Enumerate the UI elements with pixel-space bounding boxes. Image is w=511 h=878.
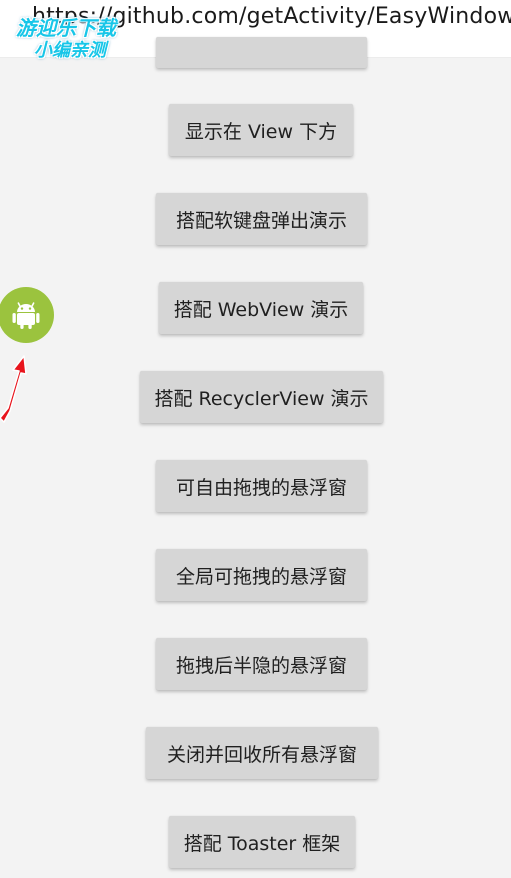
screen: https://github.com/getActivity/EasyWindo… bbox=[0, 0, 511, 878]
global-drag-window-button[interactable]: 全局可拖拽的悬浮窗 bbox=[156, 549, 367, 601]
button-partial-top[interactable] bbox=[156, 37, 367, 68]
free-drag-window-button[interactable]: 可自由拖拽的悬浮窗 bbox=[156, 460, 367, 512]
url-text: https://github.com/getActivity/EasyWindo… bbox=[32, 4, 511, 29]
toaster-framework-button[interactable]: 搭配 Toaster 框架 bbox=[169, 816, 355, 868]
webview-demo-button[interactable]: 搭配 WebView 演示 bbox=[159, 282, 363, 334]
android-icon bbox=[12, 302, 40, 329]
close-all-windows-button[interactable]: 关闭并回收所有悬浮窗 bbox=[146, 727, 378, 779]
soft-keyboard-demo-button[interactable]: 搭配软键盘弹出演示 bbox=[156, 193, 367, 245]
floating-window-button[interactable] bbox=[0, 287, 54, 343]
red-arrow-icon bbox=[0, 355, 27, 423]
recyclerview-demo-button[interactable]: 搭配 RecyclerView 演示 bbox=[140, 371, 383, 423]
half-hide-window-button[interactable]: 拖拽后半隐的悬浮窗 bbox=[156, 638, 367, 690]
show-below-view-button[interactable]: 显示在 View 下方 bbox=[169, 104, 353, 156]
